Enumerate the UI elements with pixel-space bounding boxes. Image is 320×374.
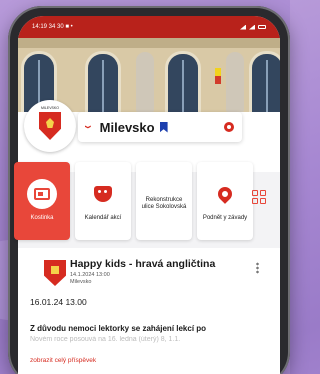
town-crest-logo: MILEVSKO — [24, 100, 76, 152]
tile-label: Kalendář akcí — [84, 215, 122, 222]
tile-label: Rekonstrukce ulice Sokolovská — [141, 196, 187, 211]
building-statue — [226, 52, 244, 112]
building-window — [252, 54, 280, 114]
chevron-down-icon[interactable]: › — [80, 125, 96, 129]
town-name: Milevsko — [99, 119, 155, 135]
town-selector[interactable]: › Milevsko — [78, 112, 242, 142]
status-bar: 14:19 34 30 ■ • — [18, 16, 280, 38]
town-flag — [215, 68, 221, 84]
tile-label: Kostinka — [30, 215, 54, 222]
tile-podnety[interactable]: Podnět y závady — [197, 162, 253, 240]
tile-label: Podnět y závady — [202, 215, 248, 222]
tile-rekonstrukce[interactable]: Rekonstrukce ulice Sokolovská — [136, 162, 192, 240]
wifi-icon — [249, 24, 255, 30]
signal-icon — [240, 24, 246, 30]
quick-tiles: Kostinka Kalendář akcí Rekonstrukce ulic… — [14, 162, 253, 240]
status-time: 14:19 34 30 ■ • — [32, 24, 73, 30]
theater-masks-icon — [94, 186, 112, 203]
newspaper-icon — [34, 188, 50, 201]
building-window — [168, 54, 198, 114]
crest-caption: MILEVSKO — [41, 106, 59, 110]
bookmark-icon[interactable] — [159, 121, 168, 133]
tile-kostinka[interactable]: Kostinka — [14, 162, 70, 240]
more-options-icon[interactable] — [256, 262, 259, 274]
tile-kalendar-akci[interactable]: Kalendář akcí — [75, 162, 131, 240]
post-date: 16.01.24 13.00 — [30, 297, 87, 307]
map-pin-icon — [215, 184, 235, 205]
post-text: Z důvodu nemoci lektorky se zahájení lek… — [30, 324, 207, 333]
crest-shield-icon — [39, 112, 61, 140]
building-cornice — [18, 38, 280, 48]
post-title[interactable]: Happy kids - hravá angličtina — [70, 258, 215, 270]
building-statue — [136, 52, 154, 112]
tile-icon-wrap — [27, 179, 57, 210]
battery-icon — [258, 25, 266, 29]
tile-icon-wrap — [88, 179, 118, 209]
post-meta-source: Milevsko — [70, 278, 92, 285]
gear-icon[interactable] — [224, 122, 234, 132]
building-window — [88, 54, 118, 114]
grid-menu-icon[interactable] — [252, 190, 266, 204]
post-meta: 14.1.2024 13:00 Milevsko — [70, 272, 110, 286]
tile-icon-wrap — [210, 179, 240, 209]
post-meta-date: 14.1.2024 13:00 — [70, 272, 110, 278]
post-text-faded: Novém roce posouvá na 16. ledna (úterý) … — [30, 336, 181, 343]
show-full-post-link[interactable]: zobrazit celý příspěvek — [30, 357, 96, 364]
